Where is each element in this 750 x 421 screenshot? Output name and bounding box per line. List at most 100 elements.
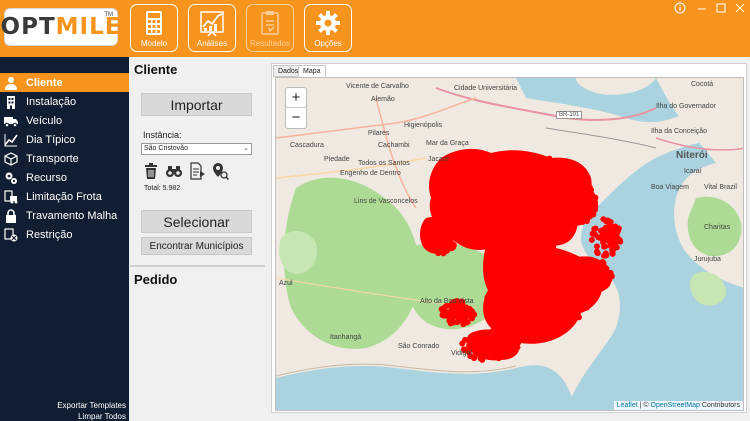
sidebar-item-travamento-malha[interactable]: Travamento Malha (0, 206, 129, 225)
client-marker[interactable] (532, 184, 539, 191)
leaflet-link[interactable]: Leaflet (617, 402, 638, 409)
binoculars-icon[interactable] (165, 162, 183, 180)
client-marker[interactable] (510, 321, 517, 328)
client-marker[interactable] (430, 241, 437, 248)
client-marker[interactable] (434, 220, 441, 227)
modelo-button[interactable]: Modelo (130, 4, 178, 52)
client-marker[interactable] (607, 269, 614, 276)
client-marker[interactable] (544, 191, 551, 198)
client-marker[interactable] (479, 154, 486, 161)
client-marker[interactable] (585, 261, 592, 268)
client-marker[interactable] (448, 234, 455, 241)
client-marker[interactable] (506, 295, 513, 302)
client-marker[interactable] (444, 240, 451, 247)
client-marker[interactable] (568, 184, 575, 191)
client-marker[interactable] (430, 235, 437, 242)
client-marker[interactable] (571, 291, 578, 298)
client-marker[interactable] (528, 301, 535, 308)
client-marker[interactable] (488, 180, 495, 187)
client-marker[interactable] (550, 290, 557, 297)
client-marker[interactable] (477, 331, 484, 338)
client-marker[interactable] (530, 290, 537, 297)
client-marker[interactable] (507, 214, 514, 221)
client-marker[interactable] (511, 230, 518, 237)
client-marker[interactable] (448, 227, 455, 234)
client-marker[interactable] (609, 246, 616, 253)
client-marker[interactable] (523, 289, 530, 296)
client-marker[interactable] (570, 264, 577, 271)
client-marker[interactable] (614, 227, 621, 234)
client-marker[interactable] (570, 202, 577, 209)
client-marker[interactable] (549, 248, 556, 255)
client-marker[interactable] (501, 284, 508, 291)
client-marker[interactable] (600, 259, 607, 266)
client-marker[interactable] (598, 285, 605, 292)
client-marker[interactable] (579, 184, 586, 191)
sidebar-item-recurso[interactable]: Recurso (0, 168, 129, 187)
client-marker[interactable] (440, 201, 447, 208)
info-icon[interactable] (672, 2, 688, 16)
client-marker[interactable] (541, 200, 548, 207)
client-marker[interactable] (471, 353, 478, 360)
tab-mapa[interactable]: Mapa (298, 65, 326, 77)
client-marker[interactable] (550, 243, 557, 250)
client-marker[interactable] (564, 265, 571, 272)
client-marker[interactable] (522, 307, 529, 314)
osm-link[interactable]: OpenStreetMap (651, 402, 700, 409)
client-marker[interactable] (549, 257, 556, 264)
analises-button[interactable]: Análises (188, 4, 236, 52)
client-marker[interactable] (489, 228, 496, 235)
close-icon[interactable] (732, 2, 748, 16)
client-marker[interactable] (464, 182, 471, 189)
sidebar-item-instalacao[interactable]: Instalação (0, 92, 129, 111)
client-marker[interactable] (477, 355, 484, 362)
client-marker[interactable] (484, 198, 491, 205)
importar-button[interactable]: Importar (141, 93, 252, 116)
minimize-icon[interactable] (694, 2, 710, 16)
client-marker[interactable] (543, 320, 550, 327)
client-marker[interactable] (504, 191, 511, 198)
client-marker[interactable] (492, 261, 499, 268)
client-marker[interactable] (502, 153, 509, 160)
client-marker[interactable] (602, 266, 609, 273)
client-marker[interactable] (599, 232, 606, 239)
client-marker[interactable] (550, 316, 557, 323)
export-templates-link[interactable]: Exportar Templates (57, 401, 126, 410)
client-marker[interactable] (505, 303, 512, 310)
client-marker[interactable] (555, 318, 562, 325)
resultados-button[interactable]: Resultados (246, 4, 294, 52)
client-marker[interactable] (603, 278, 610, 285)
client-marker[interactable] (597, 275, 604, 282)
client-marker[interactable] (510, 287, 517, 294)
client-marker[interactable] (520, 325, 527, 332)
client-marker[interactable] (567, 211, 574, 218)
selecionar-button[interactable]: Selecionar (141, 210, 252, 233)
client-marker[interactable] (469, 194, 476, 201)
client-marker[interactable] (495, 233, 502, 240)
client-marker[interactable] (561, 171, 568, 178)
client-marker[interactable] (580, 279, 587, 286)
sidebar-item-limitacao-frota[interactable]: Limitação Frota (0, 187, 129, 206)
client-marker[interactable] (524, 206, 531, 213)
client-marker[interactable] (428, 221, 435, 228)
client-marker[interactable] (422, 240, 429, 247)
client-marker[interactable] (592, 225, 599, 232)
client-marker[interactable] (492, 330, 499, 337)
client-marker[interactable] (436, 239, 443, 246)
client-marker[interactable] (498, 294, 505, 301)
client-marker[interactable] (444, 247, 451, 254)
client-marker[interactable] (499, 211, 506, 218)
client-marker[interactable] (538, 245, 545, 252)
client-marker[interactable] (507, 335, 514, 342)
client-marker[interactable] (549, 307, 556, 314)
client-marker[interactable] (449, 314, 456, 321)
client-marker[interactable] (458, 310, 465, 317)
sidebar-item-veiculo[interactable]: Veículo (0, 111, 129, 130)
sidebar-item-dia-tipico[interactable]: Dia Típico (0, 130, 129, 149)
client-marker[interactable] (602, 243, 609, 250)
client-marker[interactable] (489, 174, 496, 181)
client-marker[interactable] (440, 180, 447, 187)
client-marker[interactable] (459, 340, 466, 347)
client-marker[interactable] (491, 285, 498, 292)
client-marker[interactable] (592, 194, 599, 201)
